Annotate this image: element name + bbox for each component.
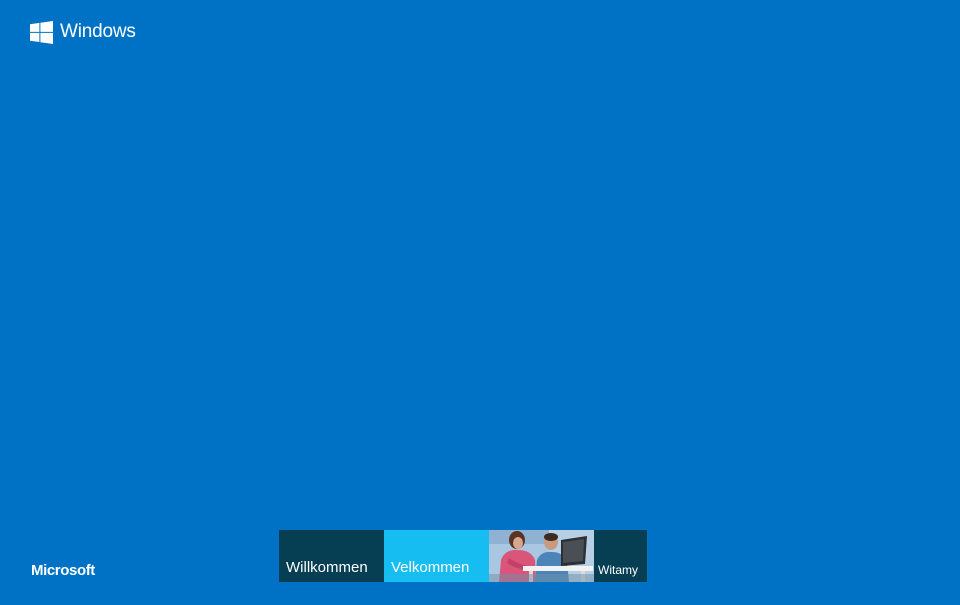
windows-brand: Windows	[30, 20, 136, 44]
tile-witamy: Witamy	[594, 530, 647, 582]
tile-label: Willkommen	[286, 559, 368, 576]
tile-velkommen: Velkommen	[384, 530, 489, 582]
tile-photo	[489, 530, 594, 582]
microsoft-logo: Microsoft	[31, 562, 95, 579]
brand-name: Windows	[60, 21, 136, 42]
tile-label: Velkommen	[391, 559, 470, 576]
welcome-tiles: Willkommen Velkommen Witamy	[279, 530, 647, 582]
tile-willkommen: Willkommen	[279, 530, 384, 582]
windows-logo-icon	[30, 20, 53, 44]
people-with-laptop-photo	[489, 530, 594, 582]
tile-label: Witamy	[598, 563, 638, 577]
